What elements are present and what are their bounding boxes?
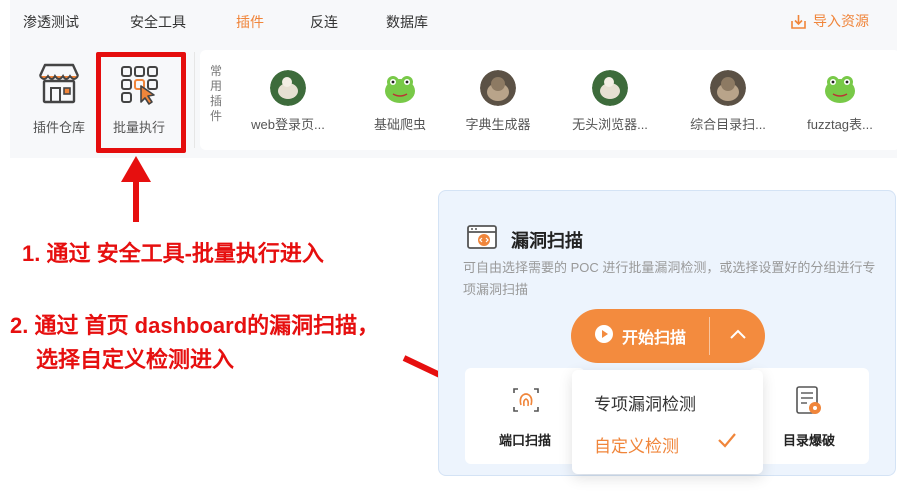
- check-icon: [717, 432, 737, 453]
- plugin-name: 综合目录扫...: [690, 117, 766, 132]
- dir-bruteforce-label: 目录爆破: [782, 433, 835, 448]
- import-resource-button[interactable]: 导入资源: [790, 11, 869, 31]
- plugin-name: web登录页...: [251, 117, 325, 132]
- document-gear-icon: [795, 386, 823, 421]
- cat-avatar-icon: [710, 70, 746, 106]
- start-scan-split-button: 开始扫描: [571, 309, 765, 363]
- menu-item-special-detection[interactable]: 专项漏洞检测: [594, 390, 696, 415]
- store-icon: [36, 63, 82, 109]
- plugin-name: fuzztag表...: [807, 117, 873, 132]
- plugin-name: 字典生成器: [465, 117, 531, 132]
- chevron-up-icon: [729, 327, 747, 345]
- cat-avatar-icon: [480, 70, 516, 106]
- play-icon: [594, 324, 614, 349]
- plugin-store-button[interactable]: 插件仓库: [19, 62, 99, 136]
- annotation-step2-line1: 2. 通过 首页 dashboard的漏洞扫描，: [10, 313, 380, 338]
- plugin-web-login[interactable]: web登录页...: [228, 70, 348, 133]
- plugin-store-label: 插件仓库: [32, 120, 85, 135]
- sheep-avatar-icon: [270, 70, 306, 106]
- plugin-headless-browser[interactable]: 无头浏览器...: [550, 70, 670, 133]
- sheep-avatar-icon: [592, 70, 628, 106]
- tab-reverse-connect[interactable]: 反连: [310, 12, 338, 32]
- vuln-scan-title: 漏洞扫描: [511, 231, 583, 251]
- common-plugins-label: 常用插件: [209, 64, 222, 123]
- code-window-icon: [467, 225, 497, 256]
- dir-bruteforce-tile[interactable]: 目录爆破: [749, 368, 869, 464]
- frog-avatar-icon: [822, 70, 858, 106]
- menu-item-custom-detection[interactable]: 自定义检测: [594, 432, 679, 457]
- annotation-step2-line2: 选择自定义检测进入: [36, 347, 235, 372]
- scan-options-toggle[interactable]: [711, 309, 765, 363]
- plugin-name: 无头浏览器...: [572, 117, 648, 132]
- start-scan-button[interactable]: 开始扫描: [571, 309, 709, 363]
- up-arrow-head: [121, 156, 151, 182]
- plugin-dir-scan[interactable]: 综合目录扫...: [668, 70, 788, 133]
- frog-avatar-icon: [382, 70, 418, 106]
- port-scan-tile[interactable]: 端口扫描: [465, 368, 585, 464]
- fingerprint-icon: [513, 386, 539, 419]
- plugin-dict-generator[interactable]: 字典生成器: [438, 70, 558, 133]
- tab-plugins[interactable]: 插件: [236, 12, 264, 32]
- common-plugins-panel: 常用插件 web登录页... 基础爬虫 字典生成器 无头浏览器... 综合目录扫…: [200, 50, 900, 150]
- toolbar-divider: [194, 52, 195, 148]
- plugin-fuzztag[interactable]: fuzztag表...: [780, 70, 900, 133]
- top-nav: 渗透测试 安全工具 插件 反连 数据库 导入资源: [10, 0, 897, 42]
- tab-security-tools[interactable]: 安全工具: [130, 12, 186, 32]
- annotation-step1: 1. 通过 安全工具-批量执行进入: [22, 241, 324, 266]
- tab-database[interactable]: 数据库: [386, 12, 428, 32]
- import-icon: [790, 13, 807, 30]
- port-scan-label: 端口扫描: [498, 433, 551, 448]
- import-label: 导入资源: [813, 13, 869, 29]
- button-separator: [709, 317, 710, 355]
- start-scan-label: 开始扫描: [621, 330, 686, 347]
- highlight-box: [96, 52, 186, 153]
- vuln-scan-description: 可自由选择需要的 POC 进行批量漏洞检测，或选择设置好的分组进行专项漏洞扫描: [463, 260, 876, 297]
- scan-mode-dropdown: 专项漏洞检测 自定义检测: [572, 370, 763, 474]
- tab-pentest[interactable]: 渗透测试: [23, 12, 79, 32]
